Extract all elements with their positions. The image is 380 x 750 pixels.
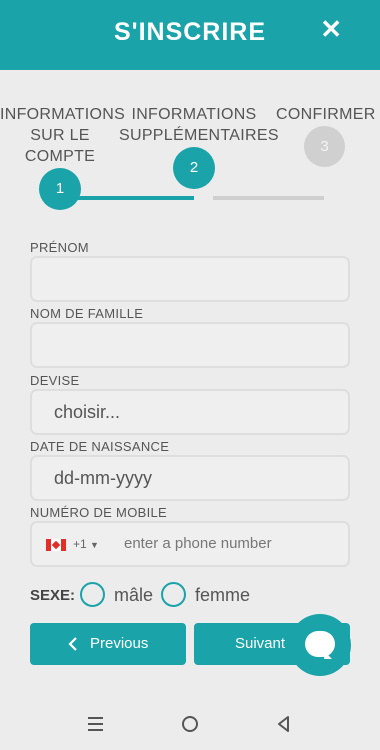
step-3-circle: 3 [304,126,345,167]
step-2-label-line: SUPPLÉMENTAIRES [119,127,279,144]
step-connector-pending [213,196,324,200]
previous-button-label: Previous [90,635,149,652]
step-2-label-line: INFORMATIONS [131,106,257,123]
currency-select[interactable]: choisir... [30,389,350,435]
step-3-label: CONFIRMER [276,104,376,125]
birth-date-label: DATE DE NAISSANCE [30,439,170,454]
mobile-field[interactable]: +1 ▼ enter a phone number [30,521,350,567]
close-icon[interactable]: ✕ [320,16,342,42]
chevron-down-icon: ▼ [90,540,99,550]
step-1-label: INFORMATIONS SUR LE COMPTE [0,104,126,167]
step-connector-completed [70,196,194,200]
step-1-label-line: INFORMATIONS [0,106,126,123]
radio-female[interactable] [161,582,186,607]
radio-female-label[interactable]: femme [195,585,250,606]
radio-male-label[interactable]: mâle [114,585,153,606]
chat-button[interactable] [289,614,351,676]
sex-label: SEXE: [30,587,76,604]
home-icon[interactable] [181,715,199,733]
chat-bubble-tail [324,651,332,659]
country-code-dropdown[interactable]: +1 ▼ [73,537,99,551]
radio-male[interactable] [80,582,105,607]
currency-label: DEVISE [30,373,80,388]
back-icon[interactable] [276,715,291,733]
step-1-label-line: COMPTE [24,148,96,165]
step-2-circle: 2 [173,147,215,189]
menu-icon[interactable] [87,716,104,732]
canada-flag-icon[interactable] [46,539,66,551]
phone-placeholder: enter a phone number [124,535,272,552]
country-code: +1 [73,537,87,551]
chevron-left-icon [68,637,77,651]
last-name-label: NOM DE FAMILLE [30,306,144,321]
system-nav-bar [0,700,380,750]
step-1-label-line: SUR LE [30,127,90,144]
step-3-label-line: CONFIRMER [276,106,376,123]
next-button-label: Suivant [235,635,286,652]
mobile-label: NUMÉRO DE MOBILE [30,505,167,520]
birth-date-field[interactable]: dd-mm-yyyy [30,455,350,501]
app-header: S'INSCRIRE ✕ [0,0,380,70]
birth-date-placeholder: dd-mm-yyyy [54,468,152,488]
previous-button[interactable]: Previous [30,623,186,665]
currency-value: choisir... [54,402,121,422]
first-name-label: PRÉNOM [30,240,89,255]
step-1-circle: 1 [39,168,81,210]
first-name-field[interactable] [30,256,350,302]
step-2-label: INFORMATIONS SUPPLÉMENTAIRES [119,104,279,146]
last-name-field[interactable] [30,322,350,368]
